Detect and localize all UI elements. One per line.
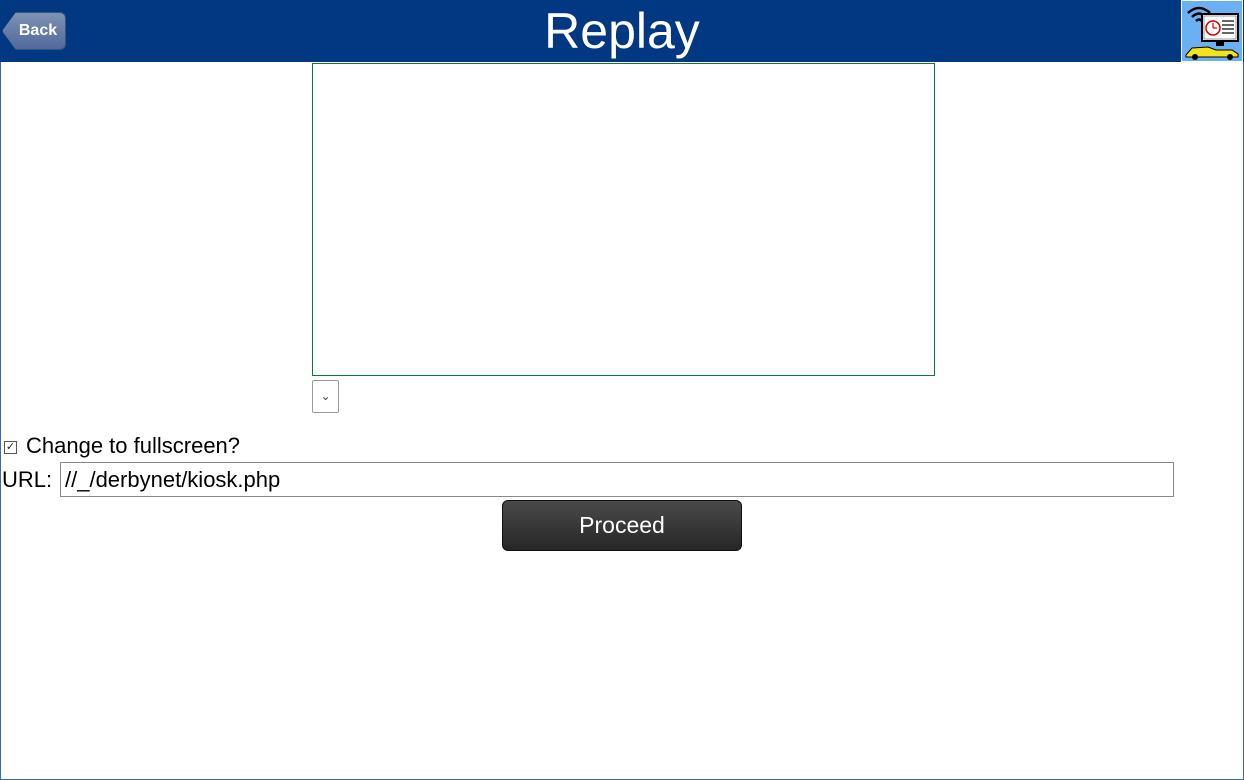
replay-source-dropdown[interactable]: ⌄ — [312, 380, 339, 413]
fullscreen-label: Change to fullscreen? — [26, 433, 241, 458]
page-title: Replay — [544, 3, 700, 59]
proceed-button[interactable]: Proceed — [502, 500, 742, 551]
url-label: URL: — [2, 467, 53, 492]
url-input[interactable] — [60, 462, 1174, 497]
header-banner: Back Replay — [0, 0, 1244, 62]
replay-video-frame — [312, 63, 935, 376]
fullscreen-checkbox[interactable]: ✓ — [4, 440, 17, 454]
fullscreen-option: ✓ Change to fullscreen? — [4, 433, 240, 459]
chevron-down-icon: ⌄ — [320, 389, 331, 403]
kiosk-wifi-monitor-car-icon[interactable] — [1181, 0, 1243, 62]
